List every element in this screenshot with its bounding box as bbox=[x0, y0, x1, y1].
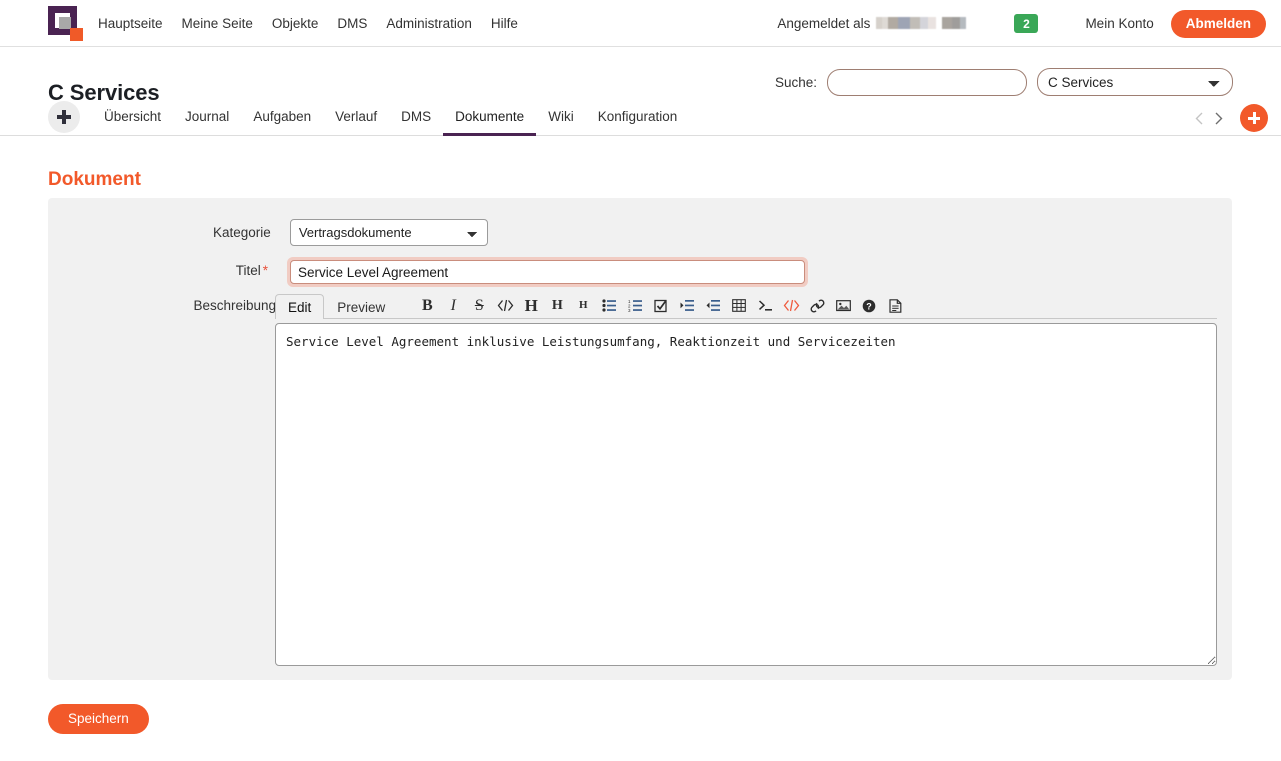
heading-2-icon[interactable]: H bbox=[544, 294, 570, 318]
redacted-username bbox=[876, 17, 966, 29]
search-scope-select[interactable]: C Services bbox=[1037, 68, 1233, 96]
add-tab-button[interactable] bbox=[48, 101, 80, 133]
top-navigation-bar: Hauptseite Meine Seite Objekte DMS Admin… bbox=[0, 0, 1281, 47]
new-item-button[interactable] bbox=[1240, 104, 1268, 132]
tab-konfiguration[interactable]: Konfiguration bbox=[586, 100, 690, 136]
inline-code-icon[interactable] bbox=[492, 294, 518, 318]
beschreibung-textarea[interactable]: Service Level Agreement inklusive Leistu… bbox=[275, 323, 1217, 666]
field-row-titel: Titel* bbox=[48, 257, 808, 287]
tab-dokumente[interactable]: Dokumente bbox=[443, 100, 536, 136]
menu-item-hauptseite[interactable]: Hauptseite bbox=[98, 16, 163, 31]
console-icon[interactable] bbox=[752, 294, 778, 318]
kategorie-select[interactable]: Vertragsdokumente bbox=[290, 219, 488, 246]
plus-icon bbox=[57, 110, 71, 124]
titel-label: Titel* bbox=[48, 257, 268, 287]
titel-label-text: Titel bbox=[236, 263, 261, 278]
tab-aufgaben[interactable]: Aufgaben bbox=[241, 100, 323, 136]
titel-input[interactable] bbox=[290, 260, 805, 284]
table-icon[interactable] bbox=[726, 294, 752, 318]
menu-item-administration[interactable]: Administration bbox=[386, 16, 472, 31]
required-marker: * bbox=[263, 263, 268, 278]
menu-item-hilfe[interactable]: Hilfe bbox=[491, 16, 518, 31]
menu-item-meine-seite[interactable]: Meine Seite bbox=[182, 16, 253, 31]
heading-3-icon[interactable]: H bbox=[570, 294, 596, 318]
my-account-link[interactable]: Mein Konto bbox=[1085, 16, 1153, 31]
logged-in-label: Angemeldet als bbox=[777, 16, 966, 31]
chevron-right-icon[interactable] bbox=[1209, 106, 1229, 130]
image-icon[interactable] bbox=[830, 294, 856, 318]
indent-icon[interactable] bbox=[674, 294, 700, 318]
tab-uebersicht[interactable]: Übersicht bbox=[92, 100, 173, 136]
heading-1-icon[interactable]: H bbox=[518, 294, 544, 318]
titel-focus-ring bbox=[287, 257, 808, 287]
editor-tab-edit[interactable]: Edit bbox=[275, 294, 324, 319]
tab-wiki[interactable]: Wiki bbox=[536, 100, 586, 136]
tab-journal[interactable]: Journal bbox=[173, 100, 241, 136]
project-tab-bar: Übersicht Journal Aufgaben Verlauf DMS D… bbox=[0, 100, 1281, 136]
search-area: Suche: C Services bbox=[775, 68, 1233, 96]
document-form-panel: Kategorie Vertragsdokumente Titel* Besch… bbox=[48, 198, 1232, 680]
plus-icon bbox=[1248, 112, 1260, 124]
logout-button[interactable]: Abmelden bbox=[1171, 10, 1266, 38]
ordered-list-icon[interactable]: 1 2 3 bbox=[622, 294, 648, 318]
tab-list: Übersicht Journal Aufgaben Verlauf DMS D… bbox=[92, 100, 689, 136]
help-icon[interactable]: ? bbox=[856, 294, 882, 318]
outdent-icon[interactable] bbox=[700, 294, 726, 318]
italic-icon[interactable]: I bbox=[440, 294, 466, 318]
tab-navigation-controls bbox=[1189, 100, 1268, 136]
beschreibung-label: Beschreibung bbox=[48, 298, 276, 313]
search-label: Suche: bbox=[775, 75, 817, 90]
svg-text:3: 3 bbox=[628, 308, 631, 312]
link-icon[interactable] bbox=[804, 294, 830, 318]
main-menu: Hauptseite Meine Seite Objekte DMS Admin… bbox=[98, 0, 518, 47]
menu-item-objekte[interactable]: Objekte bbox=[272, 16, 319, 31]
editor-tab-preview[interactable]: Preview bbox=[324, 294, 398, 319]
strikethrough-icon[interactable]: S bbox=[466, 294, 492, 318]
editor-toolbar: B I S H H H bbox=[414, 293, 908, 318]
content-heading: Dokument bbox=[48, 169, 141, 191]
notification-badge[interactable]: 2 bbox=[1014, 14, 1038, 33]
document-icon[interactable] bbox=[882, 294, 908, 318]
kategorie-label: Kategorie bbox=[48, 219, 271, 246]
chevron-left-icon[interactable] bbox=[1189, 106, 1209, 130]
logo-orange-square bbox=[70, 28, 83, 41]
logged-in-text: Angemeldet als bbox=[777, 16, 870, 31]
bold-icon[interactable]: B bbox=[414, 294, 440, 318]
field-row-kategorie: Kategorie Vertragsdokumente bbox=[48, 219, 488, 246]
tab-dms[interactable]: DMS bbox=[389, 100, 443, 136]
menu-item-dms[interactable]: DMS bbox=[337, 16, 367, 31]
unordered-list-icon[interactable] bbox=[596, 294, 622, 318]
svg-text:?: ? bbox=[867, 301, 873, 311]
markdown-editor: Edit Preview B I S H H H bbox=[275, 294, 1217, 666]
editor-tab-strip: Edit Preview B I S H H H bbox=[275, 294, 1217, 319]
code-block-icon[interactable] bbox=[778, 294, 804, 318]
search-input[interactable] bbox=[827, 69, 1027, 96]
app-logo[interactable] bbox=[48, 6, 84, 42]
save-button[interactable]: Speichern bbox=[48, 704, 149, 734]
tab-verlauf[interactable]: Verlauf bbox=[323, 100, 389, 136]
account-area: Angemeldet als 2 Mein Konto Abmelden bbox=[777, 0, 1266, 47]
checklist-icon[interactable] bbox=[648, 294, 674, 318]
